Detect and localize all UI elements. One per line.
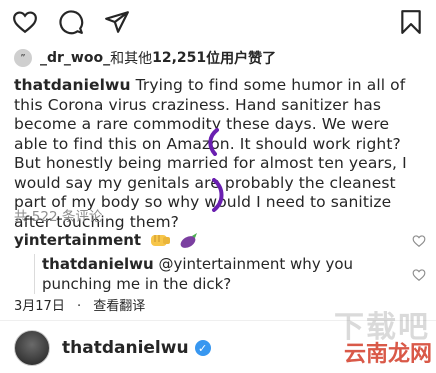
meta-separator: · — [76, 299, 82, 314]
reply-item: thatdanielwu @yintertainment why you pun… — [42, 255, 412, 294]
likes-count: 12,251 — [152, 50, 207, 66]
likes-suffix: 位用户赞了 — [206, 51, 277, 67]
post-action-bar — [0, 0, 436, 44]
reply-like-heart-icon[interactable] — [412, 268, 426, 282]
post-date: 3月17日 — [14, 299, 65, 314]
comment-item: yintertainment — [14, 231, 199, 249]
comment-username[interactable]: yintertainment — [14, 231, 141, 249]
avatar[interactable] — [14, 330, 50, 366]
fist-emoji-icon — [151, 235, 171, 246]
likes-text: 和其他 — [110, 51, 153, 67]
liker-username[interactable]: _dr_woo_ — [40, 50, 110, 66]
verified-badge-icon: ✓ — [194, 340, 211, 356]
reply-thread-line — [34, 254, 35, 294]
comment-composer: thatdanielwu ✓ — [14, 330, 211, 366]
view-all-comments[interactable]: 共 522 条评论 — [14, 205, 102, 225]
annotation-bracket-right — [212, 178, 224, 212]
caption-username[interactable]: thatdanielwu — [14, 76, 131, 94]
translate-link[interactable]: 查看翻译 — [93, 299, 145, 314]
reply-username[interactable]: thatdanielwu — [42, 255, 154, 273]
comment-icon[interactable] — [58, 9, 84, 35]
watermark-text: 云南龙网 — [343, 342, 432, 367]
post-meta: 3月17日 · 查看翻译 — [14, 295, 153, 314]
bookmark-icon[interactable] — [398, 9, 424, 35]
send-icon[interactable] — [104, 9, 130, 35]
eggplant-emoji-icon — [180, 233, 198, 248]
heart-outline-icon[interactable] — [12, 9, 38, 35]
liker-avatar: ” — [14, 49, 32, 67]
comment-like-heart-icon[interactable] — [412, 234, 426, 248]
footer-username[interactable]: thatdanielwu — [62, 338, 189, 358]
likes-summary[interactable]: ” _dr_woo_ 和其他 12,251 位用户赞了 — [14, 46, 276, 70]
watermark: 下载吧 云南龙网 — [302, 300, 436, 373]
annotation-bracket-left — [208, 128, 219, 156]
